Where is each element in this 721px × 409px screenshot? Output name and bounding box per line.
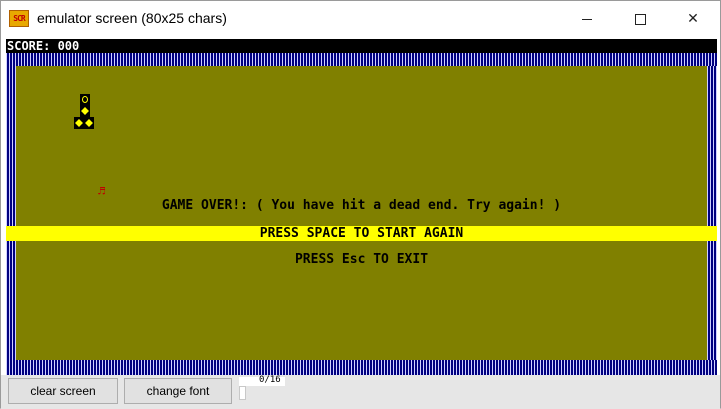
input-field[interactable] [239, 386, 246, 400]
snake-segment [80, 105, 90, 117]
app-icon: SCR [9, 10, 29, 27]
window-title: emulator screen (80x25 chars) [37, 10, 227, 26]
minimize-button[interactable] [561, 1, 613, 37]
title-bar[interactable]: SCR emulator screen (80x25 chars) ✕ [1, 1, 720, 37]
border-top [6, 53, 717, 66]
score-text: SCORE: 000 [7, 39, 80, 53]
snake-head [80, 94, 90, 105]
border-bottom [6, 360, 717, 375]
minimize-icon [582, 18, 592, 20]
maximize-button[interactable] [614, 1, 666, 37]
emulator-window: SCR emulator screen (80x25 chars) ✕ SCOR… [0, 0, 721, 409]
maximize-icon [634, 13, 646, 25]
snake-segment [84, 117, 94, 129]
close-icon: ✕ [687, 11, 699, 27]
emulator-screen[interactable]: SCORE: 000 ♬ GAME OVER!: ( You have hit … [6, 39, 717, 375]
close-button[interactable]: ✕ [667, 1, 719, 37]
clear-screen-button[interactable]: clear screen [8, 378, 118, 404]
game-over-message: GAME OVER!: ( You have hit a dead end. T… [161, 198, 562, 213]
snake-segment [74, 117, 84, 129]
bottom-toolbar: clear screen change font 0/16 [1, 375, 720, 409]
counter-text: 0/16 [259, 375, 281, 385]
change-font-button[interactable]: change font [124, 378, 232, 404]
press-esc-message: PRESS Esc TO EXIT [294, 252, 429, 267]
food-icon: ♬ [98, 184, 106, 198]
score-bar: SCORE: 000 [6, 39, 717, 53]
press-space-message: PRESS SPACE TO START AGAIN [259, 226, 464, 241]
